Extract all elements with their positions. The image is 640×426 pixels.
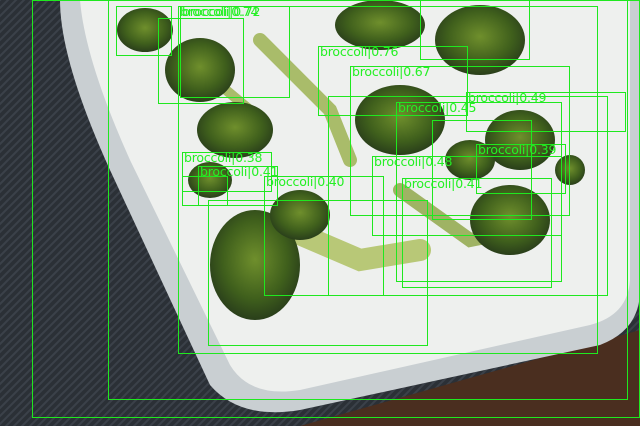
detection-image: broccoli|0.72 broccoli|0.76 broccoli|0.67 b… xyxy=(0,0,640,426)
photo-scene xyxy=(0,0,640,426)
